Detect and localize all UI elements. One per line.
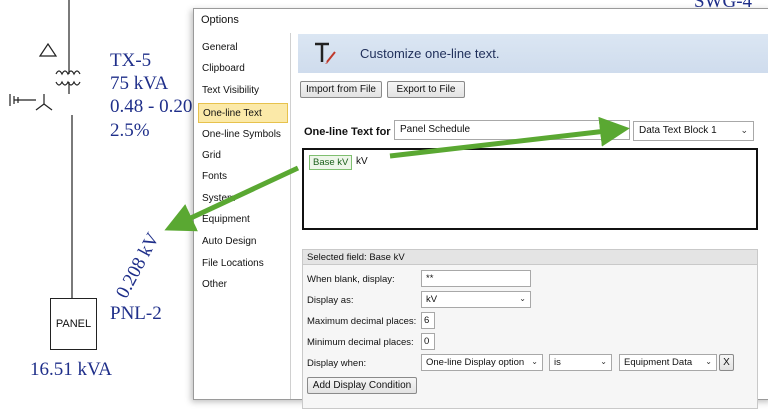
display-as-value: kV xyxy=(426,294,438,305)
one-line-text-editor[interactable]: Base kV kV xyxy=(302,148,758,230)
display-when-label: Display when: xyxy=(307,358,367,369)
display-when-operator-select[interactable]: is ⌄ xyxy=(549,354,612,371)
dialog-title: Options xyxy=(194,9,768,33)
transformer-kva: 75 kVA xyxy=(110,73,169,94)
nav-item-file-locations[interactable]: File Locations xyxy=(198,254,288,274)
page-banner: Customize one-line text. xyxy=(298,34,768,73)
transformer-impedance: 2.5% xyxy=(110,120,150,141)
when-blank-input[interactable]: ** xyxy=(421,270,531,287)
chevron-down-icon: ⌄ xyxy=(531,357,538,366)
max-decimal-label: Maximum decimal places: xyxy=(307,316,417,327)
display-when-option-select[interactable]: One-line Display option ⌄ xyxy=(421,354,543,371)
options-dialog: Options General Clipboard Text Visibilit… xyxy=(193,8,768,409)
import-from-file-button[interactable]: Import from File xyxy=(300,81,382,98)
selected-field-panel: Selected field: Base kV When blank, disp… xyxy=(302,249,758,409)
nav-item-one-line-text[interactable]: One-line Text xyxy=(198,103,288,123)
nav-item-grid[interactable]: Grid xyxy=(198,146,288,166)
transformer-name: TX-5 xyxy=(110,50,152,71)
text-block-select[interactable]: Data Text Block 1 ⌄ xyxy=(633,121,754,141)
chevron-down-icon: ⌄ xyxy=(600,357,607,366)
nav-item-one-line-symbols[interactable]: One-line Symbols xyxy=(198,125,288,145)
panel-symbol[interactable]: PANEL xyxy=(50,298,97,350)
nav-item-general[interactable]: General xyxy=(198,38,288,58)
display-when-value-value: Equipment Data xyxy=(624,357,693,368)
panel-box-label: PANEL xyxy=(55,318,92,330)
equipment-type-select[interactable]: Panel Schedule xyxy=(394,120,630,140)
nav-item-fonts[interactable]: Fonts xyxy=(198,167,288,187)
remove-condition-button[interactable]: X xyxy=(719,354,734,371)
options-content: Customize one-line text. Import from Fil… xyxy=(298,33,768,409)
page-title: Customize one-line text. xyxy=(360,46,500,61)
nav-item-system[interactable]: System xyxy=(198,189,288,209)
min-decimal-input[interactable]: 0 xyxy=(421,333,435,350)
display-as-select[interactable]: kV ⌄ xyxy=(421,291,531,308)
display-when-operator-value: is xyxy=(554,357,561,368)
export-to-file-button[interactable]: Export to File xyxy=(387,81,465,98)
options-nav: General Clipboard Text Visibility One-li… xyxy=(194,33,291,399)
nav-item-text-visibility[interactable]: Text Visibility xyxy=(198,81,288,101)
chevron-down-icon: ⌄ xyxy=(519,294,526,303)
when-blank-label: When blank, display: xyxy=(307,274,395,285)
min-decimal-label: Minimum decimal places: xyxy=(307,337,414,348)
chevron-down-icon: ⌄ xyxy=(705,357,712,366)
equipment-type-value: Panel Schedule xyxy=(400,124,471,135)
field-unit-text: kV xyxy=(356,156,368,167)
max-decimal-input[interactable]: 6 xyxy=(421,312,435,329)
panel-name: PNL-2 xyxy=(110,303,162,324)
add-display-condition-button[interactable]: Add Display Condition xyxy=(307,377,417,394)
display-when-value-select[interactable]: Equipment Data ⌄ xyxy=(619,354,717,371)
selected-field-header: Selected field: Base kV xyxy=(303,250,757,265)
chevron-down-icon: ⌄ xyxy=(740,125,748,135)
nav-item-clipboard[interactable]: Clipboard xyxy=(198,59,288,79)
display-when-option-value: One-line Display option xyxy=(426,357,525,368)
display-as-label: Display as: xyxy=(307,295,354,306)
nav-item-other[interactable]: Other xyxy=(198,275,288,295)
nav-item-equipment[interactable]: Equipment xyxy=(198,210,288,230)
transformer-voltage: 0.48 - 0.20 xyxy=(110,96,193,117)
delta-winding-icon xyxy=(38,42,58,57)
field-chip-base-kv[interactable]: Base kV xyxy=(309,155,353,170)
text-block-value: Data Text Block 1 xyxy=(639,125,717,136)
one-line-text-for-label: One-line Text for xyxy=(304,126,391,138)
panel-load: 16.51 kVA xyxy=(30,359,112,380)
nav-item-auto-design[interactable]: Auto Design xyxy=(198,232,288,252)
text-edit-icon xyxy=(315,42,336,64)
